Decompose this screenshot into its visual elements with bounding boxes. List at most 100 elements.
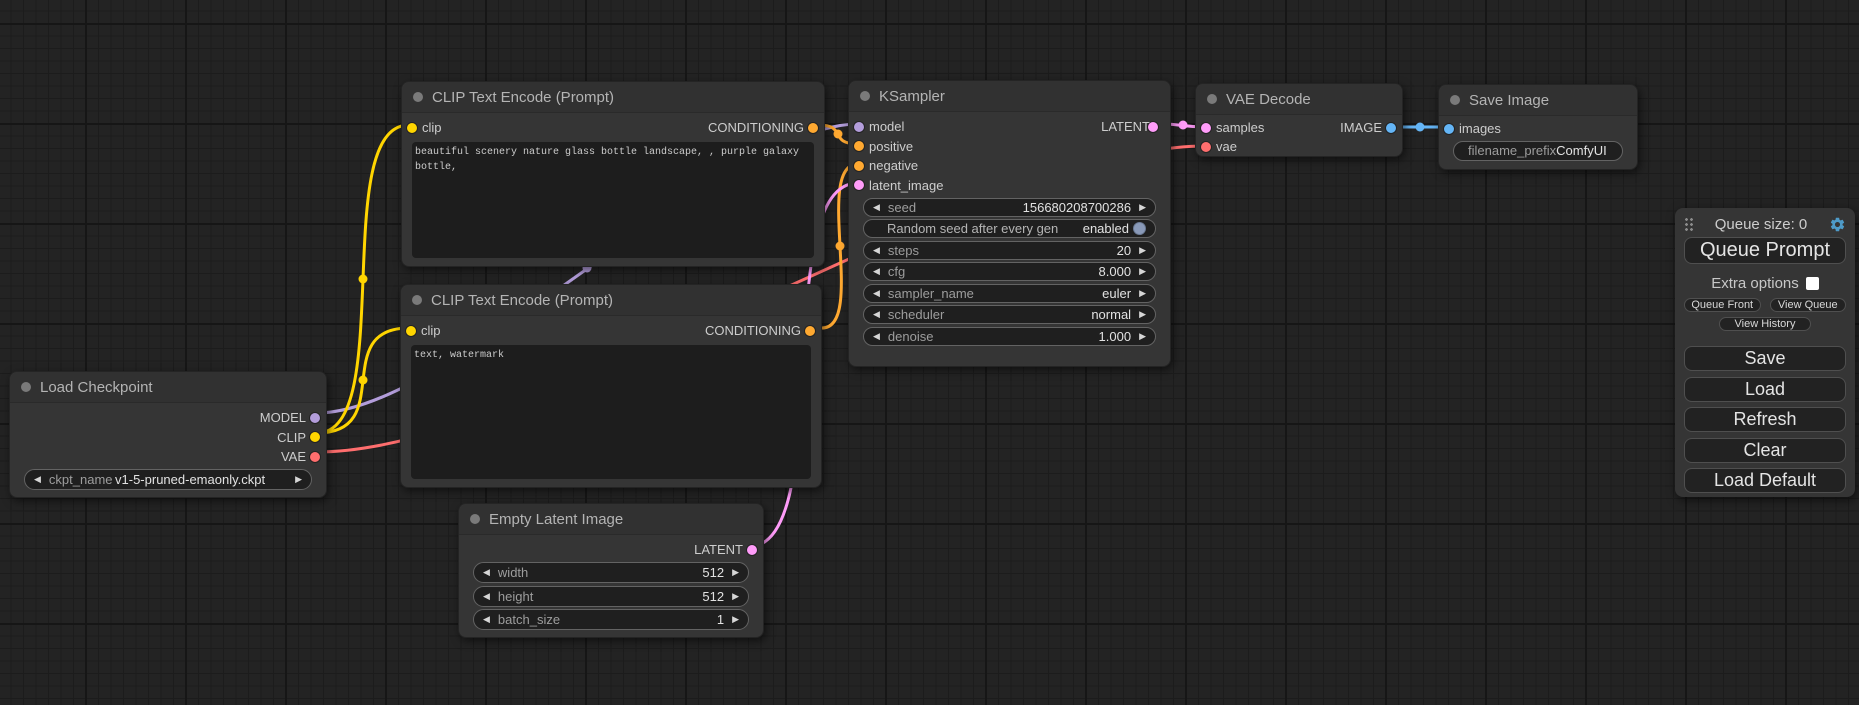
collapse-dot-icon[interactable] [413,92,423,102]
collapse-dot-icon[interactable] [412,295,422,305]
vae-output-port[interactable] [310,452,320,462]
increment-arrow-icon[interactable]: ▶ [1139,332,1146,341]
steps-widget[interactable]: ◀ steps 20 ▶ [863,241,1156,260]
increment-arrow-icon[interactable]: ▶ [1139,310,1146,319]
increment-arrow-icon[interactable]: ▶ [295,475,302,484]
widget-value: 20 [1117,243,1139,258]
increment-arrow-icon[interactable]: ▶ [1139,246,1146,255]
filename-prefix-widget[interactable]: filename_prefix ComfyUI [1453,141,1623,161]
decrement-arrow-icon[interactable]: ◀ [34,475,41,484]
load-default-button[interactable]: Load Default [1684,468,1846,493]
widget-label: batch_size [498,612,560,627]
node-title: Save Image [1469,92,1549,109]
decrement-arrow-icon[interactable]: ◀ [873,289,880,298]
decrement-arrow-icon[interactable]: ◀ [873,246,880,255]
latent-image-input-port[interactable] [854,180,864,190]
extra-options-checkbox[interactable] [1806,277,1819,290]
vae-input-port[interactable] [1201,142,1211,152]
negative-input-port[interactable] [854,161,864,171]
ckpt-name-widget[interactable]: ◀ ckpt_name v1-5-pruned-emaonly.ckpt ▶ [24,469,312,490]
latent-output-port[interactable] [747,545,757,555]
increment-arrow-icon[interactable]: ▶ [732,592,739,601]
widget-label: scheduler [888,307,944,322]
node-vae-decode[interactable]: VAE Decode samples IMAGE vae [1195,83,1403,157]
view-history-button[interactable]: View History [1719,317,1811,331]
prompt-text-area[interactable]: text, watermark [411,345,811,479]
collapse-dot-icon[interactable] [1450,95,1460,105]
save-button[interactable]: Save [1684,346,1846,371]
node-titlebar[interactable]: Save Image [1439,85,1637,116]
random-seed-toggle-widget[interactable]: Random seed after every gen enabled [863,219,1156,238]
toggle-dot-icon[interactable] [1133,222,1146,235]
widget-value: enabled [1083,221,1129,236]
decrement-arrow-icon[interactable]: ◀ [873,203,880,212]
collapse-dot-icon[interactable] [21,382,31,392]
clip-output-port[interactable] [310,432,320,442]
input-label: samples [1216,120,1264,135]
samples-input-port[interactable] [1201,123,1211,133]
comfyui-graph-canvas[interactable]: { "colors": { "model": "#B39DDB", "clip"… [0,0,1859,705]
batch-size-widget[interactable]: ◀ batch_size 1 ▶ [473,609,749,630]
input-label: positive [869,139,913,154]
node-titlebar[interactable]: Empty Latent Image [459,504,763,535]
view-queue-button[interactable]: View Queue [1770,298,1847,312]
node-titlebar[interactable]: CLIP Text Encode (Prompt) [402,82,824,113]
prompt-text-area[interactable]: beautiful scenery nature glass bottle la… [412,142,814,258]
settings-gear-icon[interactable] [1829,216,1846,233]
load-button[interactable]: Load [1684,377,1846,402]
queue-front-button[interactable]: Queue Front [1684,298,1761,312]
decrement-arrow-icon[interactable]: ◀ [873,267,880,276]
denoise-widget[interactable]: ◀ denoise 1.000 ▶ [863,327,1156,346]
clip-input-port[interactable] [406,326,416,336]
decrement-arrow-icon[interactable]: ◀ [873,310,880,319]
sampler-name-widget[interactable]: ◀ sampler_name euler ▶ [863,284,1156,303]
collapse-dot-icon[interactable] [860,91,870,101]
refresh-button[interactable]: Refresh [1684,407,1846,432]
clip-input-port[interactable] [407,123,417,133]
node-clip-text-encode-negative[interactable]: CLIP Text Encode (Prompt) clip CONDITION… [400,284,822,488]
decrement-arrow-icon[interactable]: ◀ [873,332,880,341]
increment-arrow-icon[interactable]: ▶ [1139,289,1146,298]
node-ksampler[interactable]: KSampler model LATENT positive negative … [848,80,1171,367]
node-clip-text-encode-positive[interactable]: CLIP Text Encode (Prompt) clip CONDITION… [401,81,825,267]
model-output-port[interactable] [310,413,320,423]
decrement-arrow-icon[interactable]: ◀ [483,592,490,601]
height-widget[interactable]: ◀ height 512 ▶ [473,586,749,607]
width-widget[interactable]: ◀ width 512 ▶ [473,562,749,583]
node-titlebar[interactable]: Load Checkpoint [10,372,326,403]
conditioning-output-port[interactable] [805,326,815,336]
drag-handle-icon[interactable] [1684,217,1693,232]
queue-prompt-button[interactable]: Queue Prompt [1684,237,1846,264]
widget-label: sampler_name [888,286,974,301]
node-titlebar[interactable]: CLIP Text Encode (Prompt) [401,285,821,316]
decrement-arrow-icon[interactable]: ◀ [483,615,490,624]
seed-widget[interactable]: ◀ seed 156680208700286 ▶ [863,198,1156,217]
clear-button[interactable]: Clear [1684,438,1846,463]
node-load-checkpoint[interactable]: Load Checkpoint MODEL CLIP VAE ◀ ckpt_na… [9,371,327,498]
images-input-port[interactable] [1444,124,1454,134]
increment-arrow-icon[interactable]: ▶ [732,615,739,624]
node-title: Empty Latent Image [489,511,623,528]
increment-arrow-icon[interactable]: ▶ [1139,267,1146,276]
collapse-dot-icon[interactable] [470,514,480,524]
output-label: CONDITIONING [708,120,804,135]
widget-label: cfg [888,264,905,279]
positive-input-port[interactable] [854,141,864,151]
output-label: CLIP [277,430,306,445]
node-save-image[interactable]: Save Image images filename_prefix ComfyU… [1438,84,1638,170]
widget-label: denoise [888,329,934,344]
collapse-dot-icon[interactable] [1207,94,1217,104]
node-titlebar[interactable]: KSampler [849,81,1170,112]
cfg-widget[interactable]: ◀ cfg 8.000 ▶ [863,262,1156,281]
image-output-port[interactable] [1386,123,1396,133]
node-titlebar[interactable]: VAE Decode [1196,84,1402,115]
node-title: CLIP Text Encode (Prompt) [432,89,614,106]
scheduler-widget[interactable]: ◀ scheduler normal ▶ [863,305,1156,324]
decrement-arrow-icon[interactable]: ◀ [483,568,490,577]
model-input-port[interactable] [854,122,864,132]
conditioning-output-port[interactable] [808,123,818,133]
increment-arrow-icon[interactable]: ▶ [732,568,739,577]
increment-arrow-icon[interactable]: ▶ [1139,203,1146,212]
latent-output-port[interactable] [1148,122,1158,132]
node-empty-latent-image[interactable]: Empty Latent Image LATENT ◀ width 512 ▶ … [458,503,764,638]
